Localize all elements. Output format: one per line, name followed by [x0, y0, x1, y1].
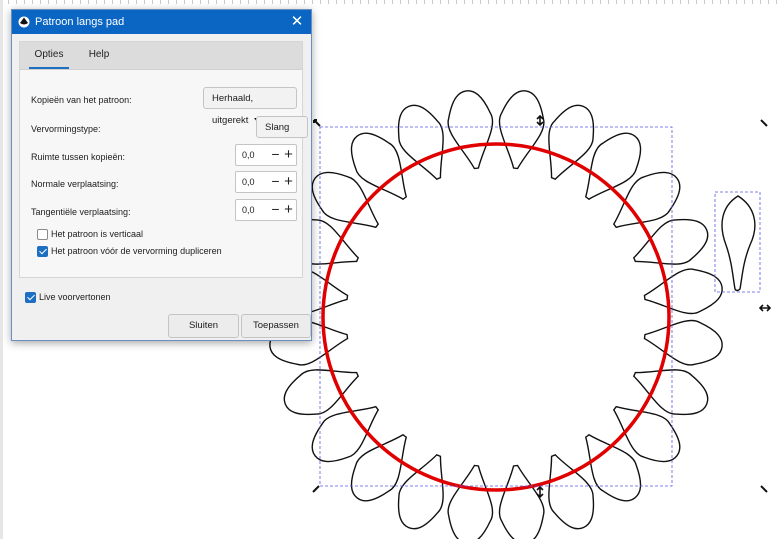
- source-pattern-drop-shape[interactable]: [721, 195, 756, 292]
- increment-icon[interactable]: +: [282, 145, 295, 164]
- pattern-copy-petal[interactable]: [444, 463, 498, 539]
- dialog-title: Patroon langs pad: [35, 16, 125, 28]
- tangential-offset-value[interactable]: 0,0: [242, 200, 255, 220]
- pattern-copy-petal[interactable]: [494, 463, 548, 539]
- tab-opties[interactable]: Opties: [29, 42, 69, 69]
- pattern-copy-petal[interactable]: [494, 88, 548, 171]
- checked-box-icon[interactable]: [37, 246, 48, 257]
- path-pattern-dialog: Patroon langs pad ✕ Opties Help Kopieën …: [11, 9, 312, 341]
- pattern-copy-petal[interactable]: [642, 315, 725, 369]
- vertical-pattern-label: Het patroon is verticaal: [51, 229, 144, 239]
- copies-label: Kopieën van het patroon:: [31, 95, 132, 105]
- live-preview-label: Live voorvertonen: [39, 292, 111, 302]
- normal-offset-spinbox[interactable]: 0,0 − +: [235, 171, 297, 193]
- close-button[interactable]: Sluiten: [168, 314, 239, 338]
- scale-handle-top-icon[interactable]: [536, 114, 544, 127]
- tangential-offset-label: Tangentiële verplaatsing:: [31, 207, 131, 217]
- scale-handle-right-icon[interactable]: [758, 304, 772, 312]
- copies-value: Herhaald, uitgerekt: [212, 93, 254, 126]
- spacing-spinbox[interactable]: 0,0 − +: [235, 144, 297, 166]
- tangential-offset-spinbox[interactable]: 0,0 − +: [235, 199, 297, 221]
- scale-handle-top-left-icon[interactable]: [313, 119, 321, 127]
- close-icon[interactable]: ✕: [287, 13, 307, 31]
- inkscape-icon: [18, 16, 30, 28]
- duplicate-pattern-label: Het patroon vóór de vervorming duplicere…: [51, 246, 222, 256]
- scale-handle-bottom-left-icon[interactable]: [312, 485, 320, 493]
- dialog-titlebar[interactable]: Patroon langs pad ✕: [12, 10, 311, 34]
- scale-handle-bottom-icon[interactable]: [536, 485, 544, 499]
- checked-box-icon[interactable]: [25, 292, 36, 303]
- decrement-icon[interactable]: −: [269, 172, 282, 191]
- deformation-type-value: Slang: [265, 122, 290, 133]
- pattern-copies-group[interactable]: [267, 88, 725, 539]
- pattern-copy-petal[interactable]: [444, 88, 498, 171]
- normal-offset-value[interactable]: 0,0: [242, 172, 255, 192]
- spacing-value[interactable]: 0,0: [242, 145, 255, 165]
- unchecked-box-icon[interactable]: [37, 229, 48, 240]
- pattern-copy-petal[interactable]: [642, 265, 725, 319]
- increment-icon[interactable]: +: [282, 172, 295, 191]
- deformation-type-dropdown[interactable]: Slang: [256, 116, 308, 152]
- decrement-icon[interactable]: −: [269, 145, 282, 164]
- scale-handle-bottom-right-icon[interactable]: [760, 485, 768, 493]
- deformation-type-label: Vervormingstype:: [31, 124, 101, 134]
- decrement-icon[interactable]: −: [269, 200, 282, 219]
- skeleton-path-circle[interactable]: [321, 142, 671, 492]
- options-panel: Opties Help Kopieën van het patroon: Her…: [19, 41, 308, 278]
- copies-dropdown[interactable]: Herhaald, uitgerekt: [203, 87, 297, 126]
- spacing-label: Ruimte tussen kopieën:: [31, 152, 126, 162]
- tab-bar: Opties Help: [20, 42, 302, 70]
- tab-help[interactable]: Help: [86, 42, 112, 69]
- normal-offset-label: Normale verplaatsing:: [31, 179, 119, 189]
- selection-bbox: [319, 126, 673, 487]
- increment-icon[interactable]: +: [282, 200, 295, 219]
- scale-handle-top-right-icon[interactable]: [760, 119, 768, 127]
- apply-button[interactable]: Toepassen: [241, 314, 311, 338]
- pattern-selection-bbox: [714, 191, 761, 293]
